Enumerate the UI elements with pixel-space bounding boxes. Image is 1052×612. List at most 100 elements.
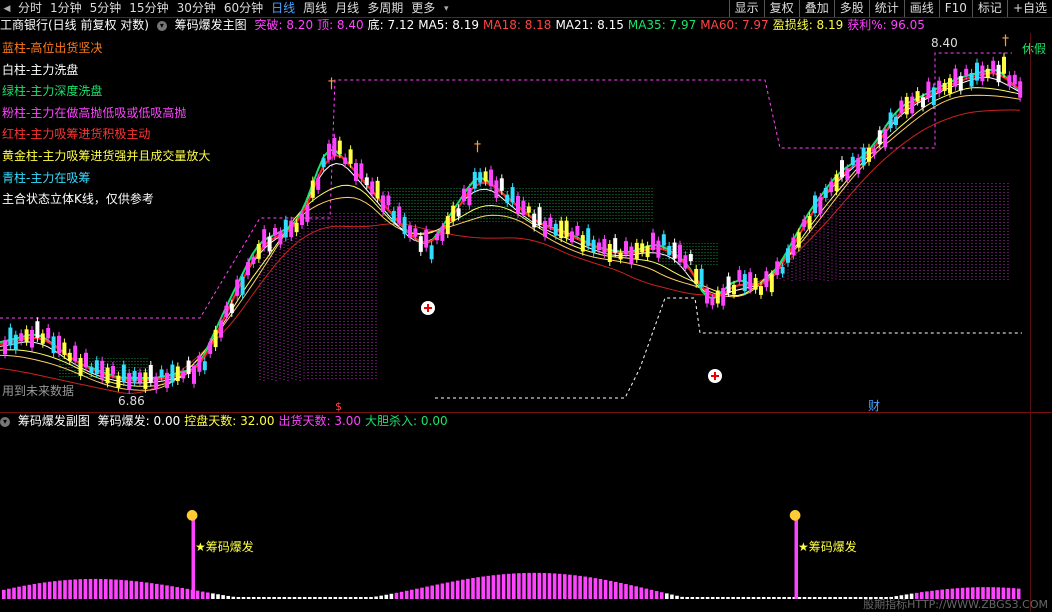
chart-mark	[121, 364, 126, 383]
chart-mark	[661, 234, 666, 246]
toolbar-button[interactable]: 标记	[971, 0, 1007, 17]
chart-mark	[883, 129, 888, 148]
chart-mark	[872, 148, 877, 155]
volume-bar	[741, 597, 746, 599]
chart-mark	[278, 231, 283, 245]
volume-bar	[812, 597, 817, 599]
moneybag-icon: ●	[186, 507, 198, 523]
chart-mark	[359, 163, 364, 179]
toolbar-button[interactable]: 显示	[728, 0, 764, 17]
volume-bar	[858, 597, 863, 599]
toolbar-button[interactable]: 复权	[763, 0, 799, 17]
chart-mark	[235, 279, 240, 296]
volume-bar	[455, 580, 460, 599]
toolbar-button[interactable]: 叠加	[798, 0, 834, 17]
legend-item: 白柱-主力洗盘	[2, 62, 79, 77]
volume-bar	[450, 581, 455, 599]
volume-bar	[7, 588, 11, 599]
period-tab[interactable]: 60分钟	[220, 0, 267, 17]
toolbar-button[interactable]: 统计	[868, 0, 904, 17]
volume-bar	[522, 573, 526, 599]
period-tab[interactable]: 月线	[331, 0, 363, 17]
period-tab[interactable]: 日线	[267, 0, 299, 17]
period-tab[interactable]: 15分钟	[125, 0, 172, 17]
volume-bar	[98, 578, 103, 599]
chart-mark	[467, 187, 472, 206]
chart-mark	[62, 342, 67, 355]
toolbar-button[interactable]: F10	[938, 0, 972, 17]
chart-mark	[348, 149, 353, 164]
chart-mark	[640, 243, 645, 253]
chart-mark	[850, 156, 855, 166]
burst-label: ★筹码爆发	[195, 539, 254, 554]
chart-mark	[732, 284, 736, 295]
chart-mark	[300, 213, 304, 225]
runner-icon: †	[474, 139, 481, 155]
indicator-value: MA5: 8.19	[418, 18, 480, 32]
volume-bar	[394, 592, 399, 599]
volume-bar	[603, 579, 608, 599]
chip-burst-chart[interactable]: ● ★筹码爆发 ● ★筹码爆发	[0, 429, 1052, 612]
period-tab[interactable]: 周线	[299, 0, 331, 17]
volume-bar	[573, 575, 577, 599]
chart-mark	[246, 262, 250, 276]
chart-mark	[170, 364, 175, 383]
volume-bar	[63, 580, 67, 599]
pane-divider[interactable]	[0, 412, 1052, 413]
collapse-icon[interactable]: ▾	[156, 20, 167, 31]
period-tab[interactable]: 30分钟	[173, 0, 220, 17]
volume-bar	[17, 586, 21, 599]
volume-bar	[721, 597, 725, 599]
chart-mark	[634, 242, 639, 259]
chart-mark	[154, 376, 159, 390]
sub-indicator-name[interactable]: 筹码爆发副图	[18, 414, 90, 428]
chart-mark	[807, 216, 812, 229]
chart-mark	[483, 171, 488, 182]
period-tab[interactable]: 1分钟	[46, 0, 86, 17]
chart-mark	[391, 210, 396, 222]
period-tab[interactable]: 分时	[14, 0, 46, 17]
chart-mark	[84, 352, 88, 368]
volume-bar	[68, 579, 72, 599]
holiday-label: 休假	[1022, 42, 1047, 56]
chart-mark	[132, 371, 137, 382]
volume-bar	[129, 580, 134, 599]
period-tab[interactable]: 5分钟	[86, 0, 126, 17]
toolbar-button[interactable]: 画线	[903, 0, 939, 17]
volume-bar	[624, 584, 628, 599]
main-chart-header: 工商银行(日线 前复权 对数) ▾ 筹码爆发主图 突破: 8.20 顶: 8.40…	[0, 18, 1052, 33]
indicator-value: MA21: 8.15	[555, 18, 624, 32]
chart-mark	[138, 372, 142, 383]
chart-mark	[526, 206, 531, 213]
chart-mark	[996, 64, 1001, 83]
volume-bar	[751, 597, 756, 599]
sub-indicator-values: 筹码爆发: 0.00 控盘天数: 32.00 出货天数: 3.00 大胆杀入: 0.0…	[98, 414, 452, 428]
volume-bar	[364, 597, 368, 599]
chart-mark	[651, 232, 655, 250]
volume-bar	[557, 573, 562, 599]
chart-mark	[289, 220, 294, 237]
chart-mark	[57, 335, 61, 354]
volume-bar	[134, 581, 139, 599]
chart-mark	[607, 244, 612, 263]
period-tab[interactable]: 更多	[407, 0, 439, 17]
volume-bar	[726, 597, 730, 599]
volume-bar	[563, 574, 567, 599]
toolbar-button[interactable]: +自选	[1006, 0, 1052, 17]
toolbar-button[interactable]: 多股	[833, 0, 869, 17]
chart-mark	[1002, 56, 1006, 74]
period-tab[interactable]: 多周期	[363, 0, 407, 17]
main-indicator-name[interactable]: 筹码爆发主图	[175, 18, 247, 32]
volume-bar	[272, 597, 276, 599]
chart-mark	[229, 303, 234, 314]
more-dropdown-icon[interactable]: ▾	[439, 4, 453, 14]
volume-bar	[109, 579, 113, 599]
chart-mark	[845, 168, 850, 181]
volume-bar	[517, 573, 521, 599]
collapse-icon[interactable]: ▾	[0, 416, 10, 427]
volume-bar	[12, 587, 16, 599]
chart-mark	[343, 157, 348, 165]
volume-bar	[593, 578, 598, 599]
volume-bar	[848, 597, 853, 599]
scroll-left-icon[interactable]: ◀	[0, 4, 14, 14]
